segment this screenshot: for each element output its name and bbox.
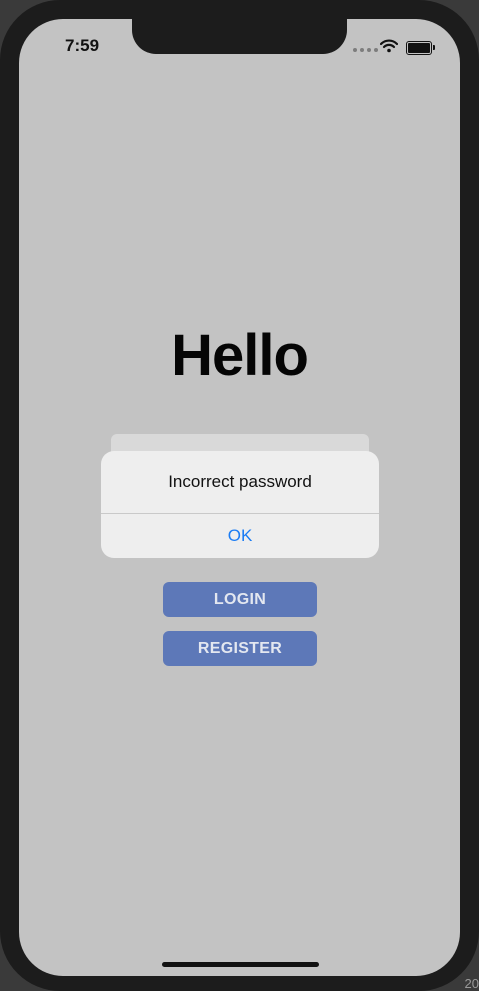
page-title: Hello [171,323,309,388]
alert-ok-button[interactable]: OK [101,514,379,558]
alert-dialog: Incorrect password OK [101,451,379,558]
status-time: 7:59 [65,36,100,55]
register-button[interactable]: REGISTER [163,631,317,666]
login-button[interactable]: LOGIN [163,582,317,617]
corner-label: 20 [464,976,479,991]
alert-message: Incorrect password [168,472,312,491]
battery-icon [406,41,435,55]
signal-dots-icon [353,48,378,52]
home-indicator[interactable] [162,962,319,967]
device-frame: 7:59 Hello LOGIN REGISTER Incorrect pass… [0,0,479,991]
wifi-icon [380,39,398,53]
app-screen: 7:59 Hello LOGIN REGISTER Incorrect pass… [19,19,460,976]
notch [132,19,347,54]
